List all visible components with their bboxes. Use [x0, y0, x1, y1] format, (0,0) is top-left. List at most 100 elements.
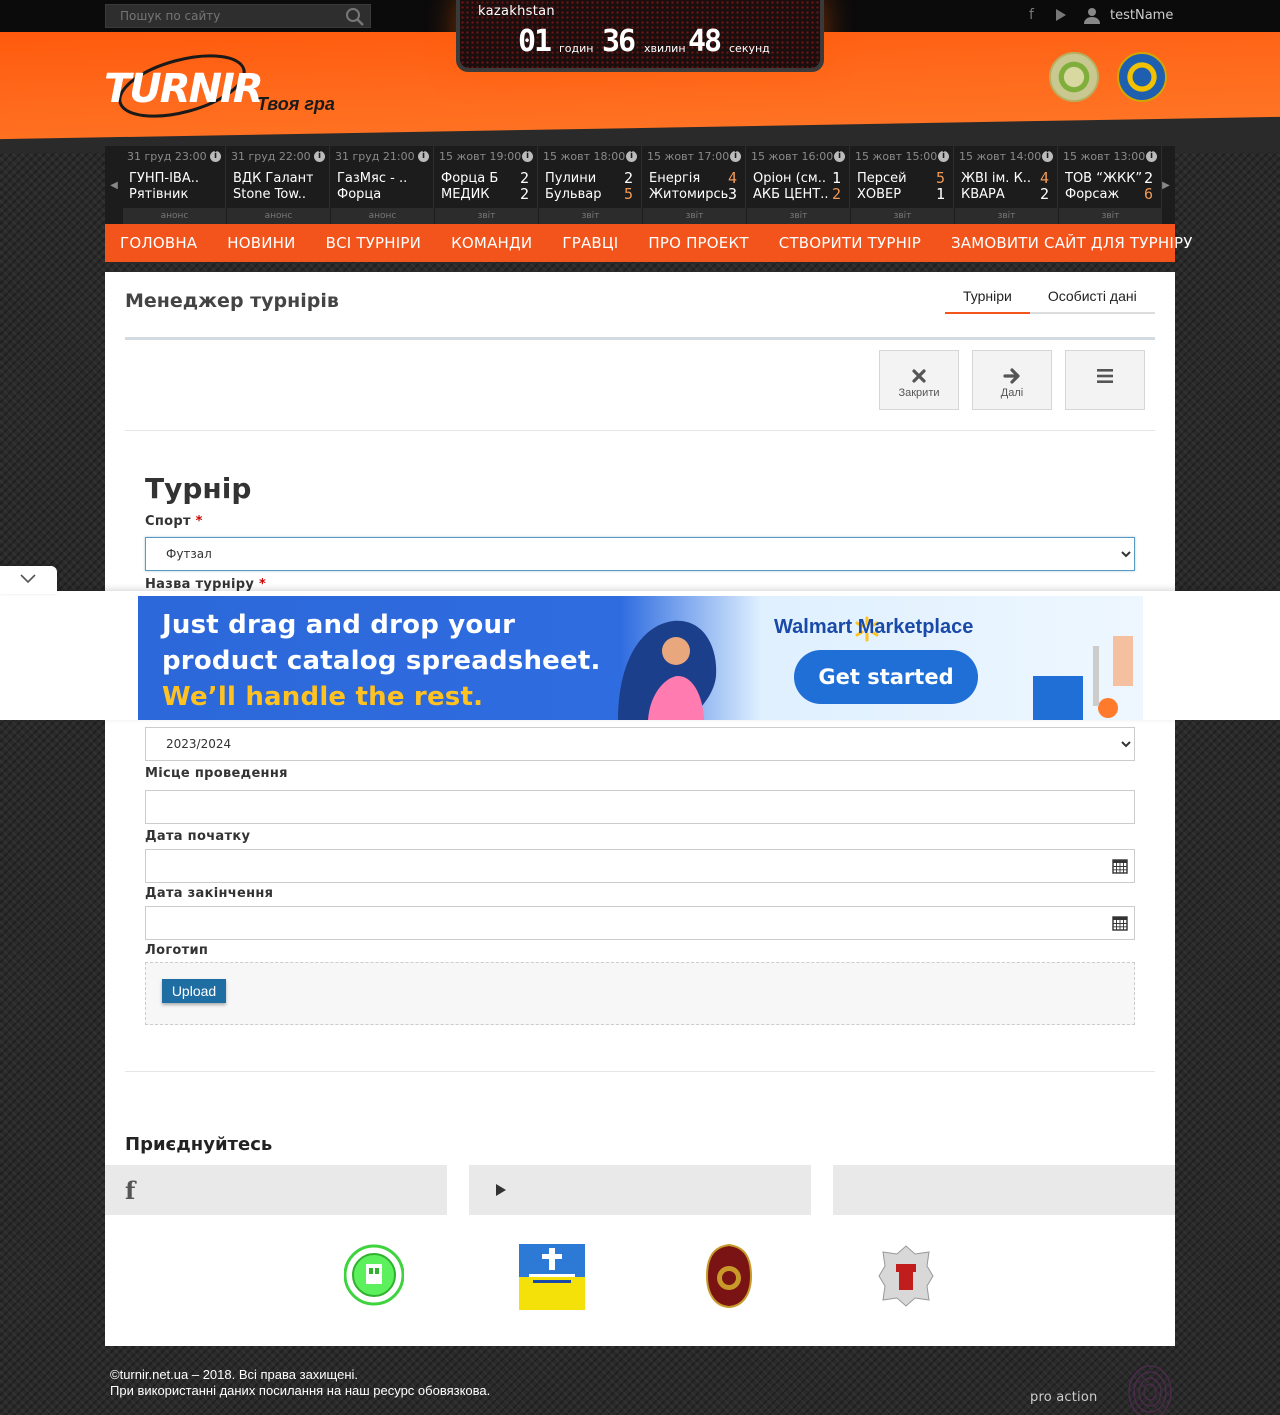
away-score: 6	[1143, 185, 1153, 203]
next-button[interactable]: Далі	[972, 350, 1052, 410]
join-title: Приєднуйтесь	[125, 1134, 273, 1155]
away-team: Stone Tow..	[233, 187, 307, 202]
ad-collapse-button[interactable]	[0, 566, 57, 594]
nav-players[interactable]: ГРАВЦІ	[547, 234, 633, 252]
away-team: Рятівник	[129, 187, 189, 202]
away-team: Форца	[337, 187, 382, 202]
away-team: МЕДИК	[441, 187, 490, 202]
nav-teams[interactable]: КОМАНДИ	[436, 234, 547, 252]
match-date: 31 груд 23:00	[127, 150, 207, 163]
site-logo[interactable]: TURNIR	[104, 50, 264, 122]
info-icon[interactable]: i	[730, 151, 741, 162]
matches-next-arrow[interactable]: ▶	[1157, 146, 1175, 224]
info-icon[interactable]: i	[314, 151, 325, 162]
facebook-social-box[interactable]: f	[105, 1165, 447, 1215]
sport-label: Спорт *	[145, 514, 203, 529]
info-icon[interactable]: i	[1042, 151, 1053, 162]
ad-overlay: Just drag and drop your product catalog …	[0, 591, 1280, 720]
ad-cta-button[interactable]: Get started	[794, 650, 978, 704]
youtube-icon	[496, 1184, 506, 1196]
footer-copyright: ©turnir.net.ua – 2018. Всі права захищен…	[110, 1367, 491, 1398]
match-status[interactable]: звіт	[955, 208, 1058, 224]
matches-prev-arrow[interactable]: ◀	[105, 146, 123, 224]
partner-logo-2[interactable]	[519, 1244, 585, 1314]
match-card[interactable]: 15 жовт 14:00 i ЖВІ ім. К.. КВАРА 4 2 звіт	[955, 146, 1058, 224]
match-status[interactable]: звіт	[435, 208, 538, 224]
match-status[interactable]: звіт	[747, 208, 850, 224]
match-status[interactable]: звіт	[643, 208, 746, 224]
close-button[interactable]: Закрити	[879, 350, 959, 410]
upload-button[interactable]: Upload	[162, 979, 226, 1003]
form-title: Турнір	[145, 472, 252, 505]
partner-logo-1[interactable]	[343, 1244, 405, 1310]
end-date-input[interactable]	[145, 906, 1135, 940]
info-icon[interactable]: i	[210, 151, 221, 162]
tab-tournaments[interactable]: Турніри	[945, 286, 1030, 314]
close-icon	[912, 369, 926, 383]
logo-dropzone[interactable]: Upload	[145, 962, 1135, 1025]
chevron-down-icon	[20, 574, 36, 584]
tab-personal-data[interactable]: Особисті дані	[1029, 286, 1155, 314]
countdown-hours-label: годин	[559, 42, 594, 55]
match-status[interactable]: звіт	[851, 208, 954, 224]
start-date-input[interactable]	[145, 849, 1135, 883]
fingerprint-icon	[1128, 1365, 1172, 1415]
youtube-icon[interactable]	[1055, 8, 1067, 22]
season-select[interactable]: 2023/2024	[145, 727, 1135, 761]
federation-badge-1[interactable]	[1049, 52, 1099, 102]
partner-logo-4[interactable]	[877, 1244, 935, 1312]
nav-home[interactable]: ГОЛОВНА	[105, 234, 212, 252]
match-status[interactable]: звіт	[539, 208, 642, 224]
username-link[interactable]: testName	[1110, 8, 1173, 23]
ad-banner[interactable]: Just drag and drop your product catalog …	[138, 596, 1143, 720]
match-status[interactable]: анонс	[123, 208, 226, 224]
match-status[interactable]: звіт	[1059, 208, 1162, 224]
partner-logo-3[interactable]	[705, 1243, 753, 1312]
federation-badge-2[interactable]	[1117, 52, 1167, 102]
nav-news[interactable]: НОВИНИ	[212, 234, 310, 252]
away-score: 5	[623, 185, 633, 203]
nav-order-site[interactable]: ЗАМОВИТИ САЙТ ДЛЯ ТУРНІРУ	[936, 234, 1208, 252]
calendar-icon[interactable]	[1112, 858, 1128, 874]
match-card[interactable]: 31 груд 22:00 i ВДК Галант Stone Tow.. анонс	[227, 146, 330, 224]
info-icon[interactable]: i	[834, 151, 845, 162]
search-icon[interactable]	[345, 7, 365, 27]
info-icon[interactable]: i	[418, 151, 429, 162]
nav-create-tournament[interactable]: СТВОРИТИ ТУРНІР	[764, 234, 936, 252]
match-date: 15 жовт 18:00	[543, 150, 626, 163]
info-icon[interactable]: i	[938, 151, 949, 162]
home-team: ВДК Галант	[233, 171, 313, 186]
sport-select[interactable]: Футзал	[145, 537, 1135, 571]
nav-about[interactable]: ПРО ПРОЕКТ	[633, 234, 763, 252]
match-card[interactable]: 15 жовт 17:00 i Енергія Житомирсь 4 3 звіт	[643, 146, 746, 224]
calendar-icon[interactable]	[1112, 915, 1128, 931]
info-icon[interactable]: i	[626, 151, 637, 162]
countdown-hours: 01	[518, 24, 552, 59]
info-icon[interactable]: i	[1146, 151, 1157, 162]
match-date: 15 жовт 17:00	[647, 150, 730, 163]
away-team: Бульвар	[545, 187, 602, 202]
match-card[interactable]: 31 груд 21:00 i ГазМяс - .. Форца анонс	[331, 146, 434, 224]
match-card[interactable]: 15 жовт 19:00 i Форца Б МЕДИК 2 2 звіт	[435, 146, 538, 224]
away-score: 3	[727, 185, 737, 203]
match-status[interactable]: анонс	[331, 208, 434, 224]
home-team: ГазМяс - ..	[337, 171, 408, 186]
nav-all-tournaments[interactable]: ВСІ ТУРНІРИ	[311, 234, 436, 252]
countdown-timer: kazakhstan 01 годин 36 хвилин 48 секунд	[456, 0, 824, 72]
developer-credit[interactable]: pro action	[1030, 1390, 1097, 1405]
arrow-right-icon	[1003, 368, 1020, 384]
match-status[interactable]: анонс	[227, 208, 330, 224]
search-input[interactable]	[106, 5, 342, 27]
menu-button[interactable]	[1065, 350, 1145, 410]
countdown-seconds: 48	[688, 24, 722, 59]
match-card[interactable]: 15 жовт 16:00 i Оріон (см.. АКБ ЦЕНТ.. 1 2 зві…	[747, 146, 850, 224]
match-card[interactable]: 15 жовт 15:00 i Персей ХОВЕР 5 1 звіт	[851, 146, 954, 224]
facebook-icon[interactable]: f	[1029, 7, 1034, 23]
info-icon[interactable]: i	[522, 151, 533, 162]
social-box-3[interactable]	[833, 1165, 1175, 1215]
match-card[interactable]: 15 жовт 13:00 i ТОВ “ЖКК” Форсаж 2 6 звіт	[1059, 146, 1162, 224]
youtube-social-box[interactable]	[469, 1165, 811, 1215]
place-input[interactable]	[145, 790, 1135, 824]
match-card[interactable]: 31 груд 23:00 i ГУНП-ІВА.. Рятівник анонс	[123, 146, 226, 224]
match-card[interactable]: 15 жовт 18:00 i Пулини Бульвар 2 5 звіт	[539, 146, 642, 224]
